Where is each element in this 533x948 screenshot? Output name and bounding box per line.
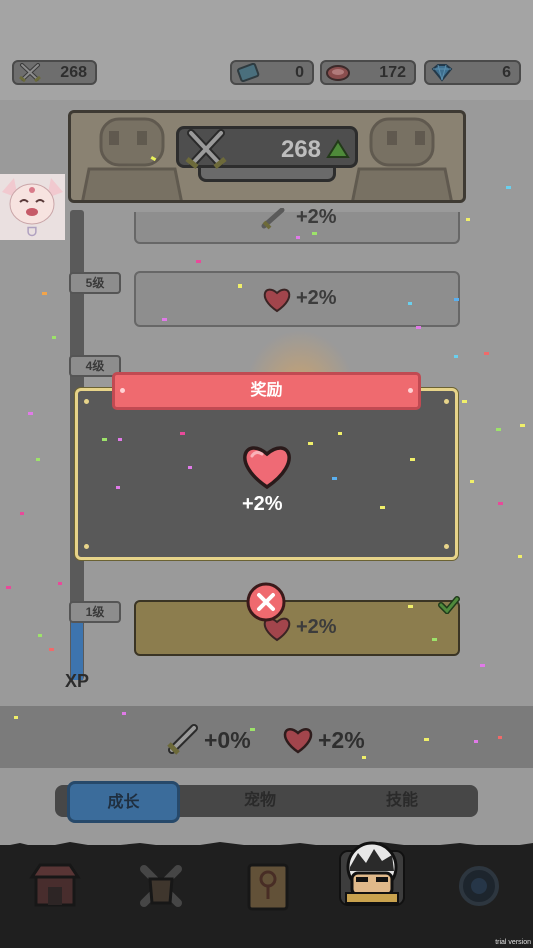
avatar-character-icon: ᗜ	[0, 174, 65, 240]
reward-title-text: 奖励	[250, 382, 283, 399]
crossed-swords-icon	[19, 63, 41, 82]
xp-label: XP	[65, 671, 90, 691]
level-1-reward-text: +2%	[296, 616, 337, 638]
stone-statue-icon	[81, 117, 183, 200]
heart-icon	[243, 446, 291, 490]
shop-icon[interactable]	[28, 859, 82, 913]
attack-bonus-value: +0%	[204, 727, 251, 753]
ticket-icon	[237, 63, 260, 82]
corner-dot	[84, 399, 89, 404]
svg-text:ᗜ: ᗜ	[27, 225, 37, 239]
gem-icon	[431, 64, 453, 82]
level-6-reward-row[interactable]: +2%	[134, 206, 460, 244]
crossed-swords-icon	[185, 129, 227, 169]
heart-icon	[283, 727, 313, 754]
sword-icon	[261, 208, 285, 230]
watermark: trial version	[495, 939, 531, 946]
torn-edge	[0, 842, 533, 851]
health-bonus-value: +2%	[318, 727, 365, 753]
tab-pets[interactable]: 宠物	[215, 785, 305, 817]
reward-value: +2%	[242, 493, 283, 515]
sword-icon	[167, 724, 198, 755]
close-icon[interactable]	[246, 582, 286, 622]
avatar: ᗜ	[0, 174, 65, 240]
level-label-5: 5级	[69, 272, 121, 294]
equipment-icon[interactable]	[134, 859, 188, 913]
title-dot	[408, 388, 413, 393]
level-label-1: 1级	[69, 601, 121, 623]
combat-power-box: 268	[176, 126, 358, 169]
tab-growth[interactable]: 成长	[67, 781, 180, 823]
power-chip: 268	[12, 60, 97, 85]
meat-icon	[326, 65, 350, 81]
map-icon[interactable]	[241, 859, 295, 913]
level-5-reward-row[interactable]: +2%	[134, 271, 460, 327]
level-1-reward-row[interactable]: +2%	[134, 596, 460, 656]
reward-popup-title: 奖励	[112, 372, 421, 410]
portal-icon[interactable]	[452, 859, 506, 913]
meat-value: 172	[379, 64, 406, 81]
corner-dot	[84, 544, 89, 549]
gem-value: 6	[502, 64, 511, 81]
total-bonus-band: +0% +2%	[0, 706, 533, 768]
hero-icon[interactable]	[336, 841, 408, 907]
checkmark-icon	[438, 596, 460, 614]
gem-chip[interactable]: 6	[424, 60, 521, 85]
heart-icon	[263, 288, 291, 313]
meat-chip[interactable]: 172	[320, 60, 416, 85]
level-5-reward-text: +2%	[296, 287, 337, 309]
ticket-value: 0	[295, 64, 304, 81]
sub-tab-bar: 成长 宠物 技能	[55, 781, 478, 823]
title-dot	[120, 388, 125, 393]
power-value: 268	[60, 64, 87, 81]
corner-dot	[444, 544, 449, 549]
bottom-nav: trial version	[0, 841, 533, 948]
tab-skills[interactable]: 技能	[357, 785, 447, 817]
level-6-reward-text: +2%	[296, 206, 337, 228]
ticket-chip[interactable]: 0	[230, 60, 314, 85]
combat-power-value: 268	[280, 136, 321, 163]
arrow-up-icon	[326, 139, 350, 158]
corner-dot	[444, 399, 449, 404]
top-area	[0, 0, 533, 100]
stone-statue-icon	[351, 117, 453, 200]
